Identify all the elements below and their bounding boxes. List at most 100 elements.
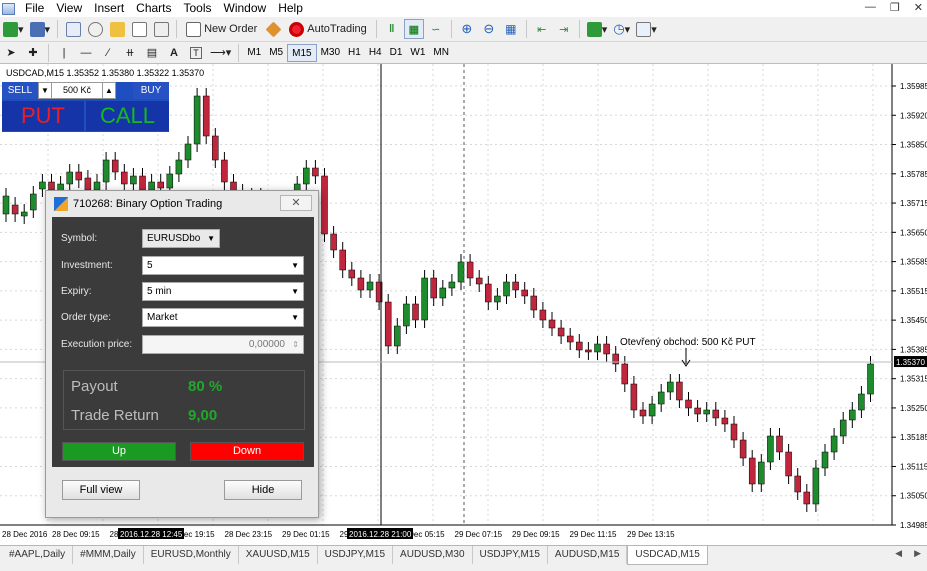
hide-button[interactable]: Hide	[224, 480, 302, 500]
chart-shift-button[interactable]: ⇤	[532, 19, 552, 39]
candle-bull	[184, 143, 192, 161]
channel-icon: ⧺	[125, 47, 135, 59]
amount-up-icon[interactable]: ▲	[102, 82, 116, 99]
buy-button[interactable]: BUY	[133, 82, 169, 99]
scroll-left-icon[interactable]: ◀	[895, 548, 902, 559]
crosshair-button[interactable]: ✚	[23, 43, 43, 63]
candle-bull	[421, 277, 428, 321]
payout-panel: Payout 80 % Trade Return 9,00	[63, 370, 305, 430]
full-view-button[interactable]: Full view	[62, 480, 140, 500]
new-order-icon	[186, 21, 202, 37]
autotrading-label: AutoTrading	[307, 23, 367, 35]
horizontal-line-button[interactable]: —	[76, 43, 96, 63]
autotrading-button[interactable]: AutoTrading	[285, 19, 371, 39]
zoom-out-button[interactable]: ⊖	[479, 19, 499, 39]
order-type-select[interactable]: Market ▼	[142, 308, 304, 327]
expiry-value: 5 min	[147, 286, 172, 297]
tab-mmm-daily[interactable]: #MMM,Daily	[73, 546, 144, 564]
dialog-close-button[interactable]: ✕	[280, 195, 312, 211]
candle-bear	[548, 319, 556, 329]
arrows-button[interactable]: ⟶ ▾	[208, 43, 233, 63]
terminal-button[interactable]	[129, 19, 149, 39]
line-chart-button[interactable]: ∽	[426, 19, 446, 39]
broker-logo-icon	[54, 197, 68, 211]
menu-window[interactable]: Window	[218, 0, 273, 17]
vertical-line-button[interactable]: |	[54, 43, 74, 63]
scroll-right-icon[interactable]: ▶	[914, 548, 921, 559]
dialog-titlebar[interactable]: 710268: Binary Option Trading ✕	[46, 191, 318, 217]
candle-bear	[84, 177, 92, 191]
timeframe-d1[interactable]: D1	[386, 44, 407, 62]
menu-insert[interactable]: Insert	[88, 0, 130, 17]
symbol-select[interactable]: EURUSDbo ▼	[142, 229, 220, 248]
bar-chart-button[interactable]: ‖	[382, 19, 402, 39]
timeframe-m1[interactable]: M1	[243, 44, 265, 62]
minimize-icon[interactable]: —	[865, 1, 876, 14]
tab-xauusd-m15[interactable]: XAUUSD,M15	[239, 546, 318, 564]
tab-audusd-m30[interactable]: AUDUSD,M30	[393, 546, 473, 564]
tab-eurusd-monthly[interactable]: EURUSD,Monthly	[144, 546, 239, 564]
autoscroll-button[interactable]: ⇥	[554, 19, 574, 39]
candle-bear	[357, 277, 365, 291]
sell-button[interactable]: SELL	[2, 82, 38, 99]
expiry-select[interactable]: 5 min ▼	[142, 282, 304, 301]
candlestick-button[interactable]: ▦	[403, 19, 424, 39]
call-button[interactable]: CALL	[86, 101, 169, 131]
amount-field[interactable]: 500 Kč	[52, 82, 102, 99]
candle-bear	[685, 399, 692, 409]
channel-button[interactable]: ⧺	[120, 43, 140, 63]
periods-button[interactable]: ◷ ▾	[611, 19, 632, 39]
menu-view[interactable]: View	[50, 0, 88, 17]
templates-button[interactable]: ▾	[634, 19, 659, 39]
menu-charts[interactable]: Charts	[130, 0, 177, 17]
navigator-button[interactable]	[107, 19, 127, 39]
strategy-tester-button[interactable]	[151, 19, 171, 39]
timeframe-m30[interactable]: M30	[317, 44, 344, 62]
close-icon[interactable]: ✕	[914, 1, 923, 14]
line-chart-icon: ∽	[431, 23, 441, 36]
candle-bear	[139, 175, 146, 191]
text-button[interactable]: A	[164, 43, 184, 63]
one-click-trade-panel: SELL ▼ 500 Kč ▲ BUY PUT CALL	[2, 82, 169, 132]
investment-field[interactable]: 5 ▼	[142, 256, 304, 275]
candle-bear	[11, 204, 19, 215]
tab-audusd-m15[interactable]: AUDUSD,M15	[548, 546, 628, 564]
amount-down-icon[interactable]: ▼	[38, 82, 52, 99]
menu-file[interactable]: File	[19, 0, 50, 17]
indicators-button[interactable]: ▾	[585, 19, 610, 39]
tile-windows-button[interactable]: ▦	[501, 19, 521, 39]
text-label-button[interactable]: T	[186, 43, 206, 63]
dialog-form: Symbol: EURUSDbo ▼ Investment: 5 ▼ Expiry:…	[52, 217, 314, 467]
new-chart-button[interactable]: ▾	[1, 19, 26, 39]
put-button[interactable]: PUT	[2, 101, 84, 131]
metaeditor-button[interactable]	[263, 19, 283, 39]
data-window-button[interactable]	[85, 19, 105, 39]
main-toolbar: ▾ ▾ New Order AutoTrading ‖ ▦ ∽ ⊕ ⊖ ▦ ⇤ …	[0, 17, 927, 42]
tab-usdcad-m15[interactable]: USDCAD,M15	[627, 546, 708, 565]
profiles-button[interactable]: ▾	[28, 19, 53, 39]
execution-price-field[interactable]: 0,00000 ⇕	[142, 335, 304, 354]
cursor-button[interactable]: ➤	[1, 43, 21, 63]
zoom-in-button[interactable]: ⊕	[457, 19, 477, 39]
menu-help[interactable]: Help	[272, 0, 309, 17]
restore-icon[interactable]: ❐	[890, 1, 900, 14]
tab-aapl-daily[interactable]: #AAPL,Daily	[2, 546, 74, 564]
candle-bull	[366, 281, 374, 291]
timeframe-w1[interactable]: W1	[406, 44, 429, 62]
timeframe-mn[interactable]: MN	[429, 44, 453, 62]
cursor-icon: ➤	[6, 47, 16, 59]
tab-usdjpy-m15[interactable]: USDJPY,M15	[318, 546, 394, 564]
trendline-button[interactable]: ∕	[98, 43, 118, 63]
up-button[interactable]: Up	[62, 442, 176, 461]
tab-usdjpy-m15-2[interactable]: USDJPY,M15	[473, 546, 548, 564]
price-label: 1.35185	[900, 433, 927, 442]
timeframe-h1[interactable]: H1	[344, 44, 365, 62]
menu-tools[interactable]: Tools	[178, 0, 218, 17]
fibonacci-button[interactable]: ▤	[142, 43, 162, 63]
market-watch-button[interactable]	[63, 19, 83, 39]
timeframe-h4[interactable]: H4	[365, 44, 386, 62]
timeframe-m5[interactable]: M5	[265, 44, 287, 62]
timeframe-m15[interactable]: M15	[287, 43, 317, 62]
new-order-button[interactable]: New Order	[182, 19, 261, 39]
down-button[interactable]: Down	[190, 442, 304, 461]
